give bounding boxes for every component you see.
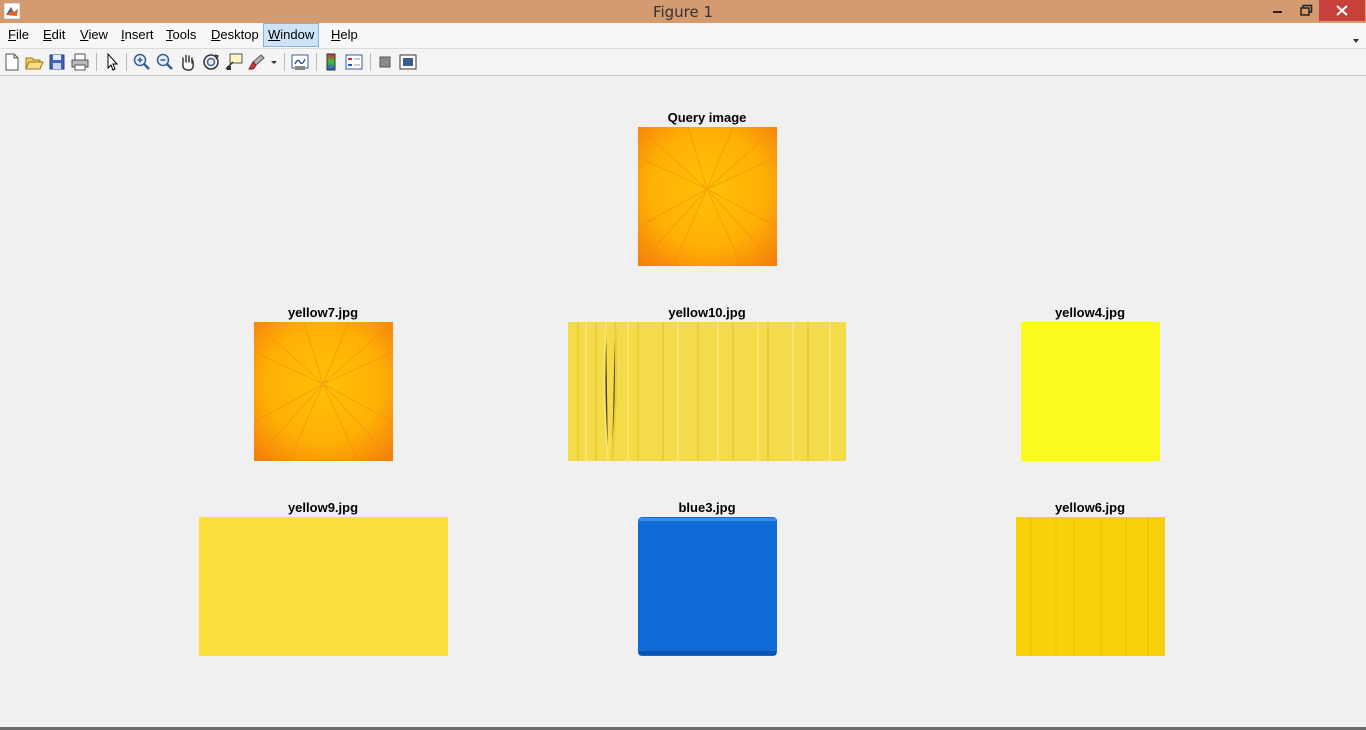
rotate-3d-icon[interactable]	[201, 52, 221, 72]
close-button[interactable]	[1319, 0, 1365, 21]
menu-desktop[interactable]: Desktop	[207, 25, 263, 45]
toolbar-separator	[96, 53, 97, 71]
data-cursor-icon[interactable]	[224, 52, 244, 72]
menu-bar: File Edit View Insert Tools Desktop Wind…	[0, 23, 1366, 49]
brush-icon[interactable]	[247, 52, 267, 72]
menu-window[interactable]: Window	[263, 23, 320, 47]
pan-hand-icon[interactable]	[178, 52, 198, 72]
window-title: Figure 1	[652, 3, 714, 21]
dock-arrow-icon[interactable]	[1352, 32, 1360, 43]
toolbar-separator	[316, 53, 317, 71]
result-title-1: yellow7.jpg	[287, 305, 359, 320]
save-icon[interactable]	[47, 52, 67, 72]
minimize-button[interactable]	[1264, 0, 1292, 21]
result-image-yellow7	[253, 321, 394, 462]
new-figure-icon[interactable]	[2, 52, 22, 72]
print-icon[interactable]	[70, 52, 90, 72]
hide-plot-tools-icon[interactable]	[375, 52, 395, 72]
title-bar: Figure 1	[0, 0, 1366, 23]
toolbar-separator	[284, 53, 285, 71]
result-image-yellow6	[1016, 517, 1165, 656]
zoom-out-icon[interactable]	[155, 52, 175, 72]
open-file-icon[interactable]	[24, 52, 44, 72]
menu-help[interactable]: Help	[327, 25, 362, 45]
toolbar-separator	[126, 53, 127, 71]
query-image	[637, 126, 778, 267]
figure-toolbar	[0, 49, 1366, 76]
result-title-6: yellow6.jpg	[1054, 500, 1126, 515]
insert-legend-icon[interactable]	[344, 52, 364, 72]
menu-insert[interactable]: Insert	[117, 25, 158, 45]
result-title-2: yellow10.jpg	[668, 305, 746, 320]
menu-view[interactable]: View	[76, 25, 112, 45]
result-title-5: blue3.jpg	[678, 500, 736, 515]
brush-dropdown-icon[interactable]	[268, 52, 280, 72]
menu-tools[interactable]: Tools	[162, 25, 200, 45]
show-plot-tools-icon[interactable]	[398, 52, 418, 72]
result-image-yellow9	[199, 517, 448, 656]
menu-file[interactable]: File	[4, 25, 33, 45]
result-title-3: yellow4.jpg	[1054, 305, 1126, 320]
result-title-4: yellow9.jpg	[287, 500, 359, 515]
toolbar-separator	[370, 53, 371, 71]
link-plot-icon[interactable]	[290, 52, 310, 72]
close-icon	[1336, 5, 1348, 16]
zoom-in-icon[interactable]	[132, 52, 152, 72]
insert-colorbar-icon[interactable]	[321, 52, 341, 72]
query-image-title: Query image	[667, 110, 747, 125]
result-image-yellow10	[568, 321, 846, 462]
result-image-blue3	[638, 517, 777, 656]
result-image-yellow4	[1021, 322, 1160, 461]
edit-plot-arrow-icon[interactable]	[102, 52, 122, 72]
menu-edit[interactable]: Edit	[39, 25, 69, 45]
restore-button[interactable]	[1292, 0, 1318, 21]
